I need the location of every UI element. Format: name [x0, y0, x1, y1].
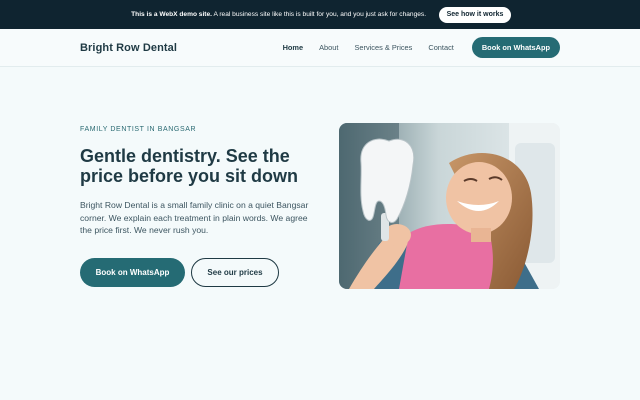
hero-photo [339, 123, 560, 289]
site-logo[interactable]: Bright Row Dental [80, 42, 177, 54]
banner-body-text: A real business site like this is built … [212, 11, 427, 18]
nav-home[interactable]: Home [283, 43, 304, 52]
see-prices-button[interactable]: See our prices [191, 258, 279, 287]
smiling-patient-with-mirror-photo [339, 123, 560, 289]
banner-text: This is a WebX demo site. A real busines… [129, 10, 429, 19]
hero-title: Gentle dentistry. See the price before y… [80, 146, 299, 186]
hero-book-whatsapp-button[interactable]: Book on WhatsApp [80, 258, 185, 287]
nav-contact[interactable]: Contact [428, 43, 453, 52]
nav-about[interactable]: About [319, 43, 338, 52]
banner-bold-text: This is a WebX demo site. [131, 11, 212, 18]
hero-eyebrow: FAMILY DENTIST IN BANGSAR [80, 126, 197, 133]
main-nav: Home About Services & Prices Contact Boo… [267, 37, 560, 58]
site-header: Bright Row Dental Home About Services & … [0, 29, 640, 67]
see-how-it-works-button[interactable]: See how it works [438, 6, 512, 23]
hero-section: FAMILY DENTIST IN BANGSAR Gentle dentist… [0, 67, 640, 400]
header-book-whatsapp-button[interactable]: Book on WhatsApp [471, 37, 560, 58]
hero-lead: Bright Row Dental is a small family clin… [80, 200, 309, 235]
demo-banner: This is a WebX demo site. A real busines… [0, 0, 640, 29]
nav-services-prices[interactable]: Services & Prices [354, 43, 412, 52]
